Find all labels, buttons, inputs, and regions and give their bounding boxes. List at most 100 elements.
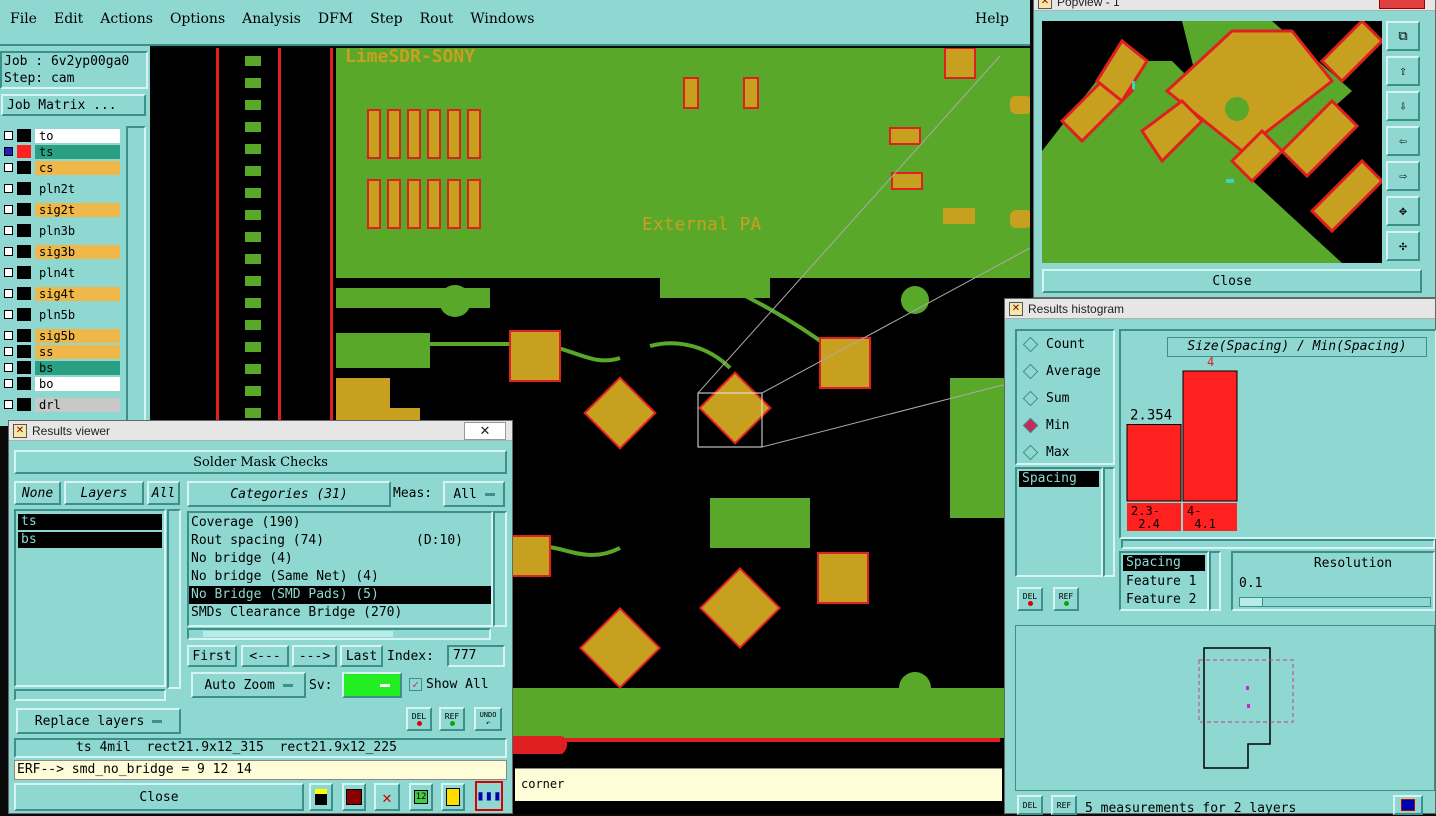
layer-icon-button[interactable] (309, 783, 333, 811)
category-item[interactable]: No bridge (4) (189, 550, 491, 568)
layer-checkbox[interactable] (4, 184, 13, 193)
menu-windows[interactable]: Windows (470, 11, 534, 27)
index-input[interactable]: 777 (447, 645, 505, 667)
menu-help[interactable]: Help (975, 11, 1009, 27)
all-button[interactable]: All (147, 481, 180, 505)
category-item[interactable]: SMDs Clearance Bridge (270) (189, 604, 491, 622)
mode-count[interactable]: Count (1022, 336, 1085, 353)
category-item[interactable]: Coverage (190) (189, 514, 491, 532)
menu-dfm[interactable]: DFM (318, 11, 353, 27)
prop-item-selected[interactable]: Spacing (1123, 555, 1205, 571)
mode-sum[interactable]: Sum (1022, 390, 1069, 407)
layer-row-bo[interactable]: bo (2, 376, 120, 391)
pan-right-icon[interactable]: ⇨ (1386, 161, 1420, 191)
meas-dropdown[interactable]: All (443, 481, 505, 507)
zoom-out-icon[interactable]: ✣ (1386, 231, 1420, 261)
layer-row-ts[interactable]: ts (2, 144, 120, 159)
popview-close-x[interactable] (1379, 0, 1425, 9)
menu-file[interactable]: File (10, 11, 37, 27)
layer-row-ss[interactable]: ss (2, 344, 120, 359)
preview-del-button[interactable]: DEL (1017, 795, 1043, 815)
categories-hscroll[interactable] (187, 628, 491, 640)
layers-button[interactable]: Layers (64, 481, 144, 505)
layer-row-pln3b[interactable]: pln3b (2, 223, 120, 238)
pan-down-icon[interactable]: ⇩ (1386, 91, 1420, 121)
mode-max[interactable]: Max (1022, 444, 1069, 461)
histogram-icon-button[interactable]: ▮▮▮ (475, 781, 503, 811)
layer-row-cs[interactable]: cs (2, 160, 120, 175)
layer-list-scrollbar[interactable] (126, 126, 146, 426)
layer-checkbox[interactable] (4, 379, 13, 388)
export-icon-button[interactable] (342, 783, 366, 811)
histogram-hscroll[interactable] (1121, 539, 1435, 549)
replace-layers-button[interactable]: Replace layers (16, 708, 181, 734)
hist-del-button[interactable]: DEL (1017, 587, 1043, 611)
category-item[interactable]: No bridge (Same Net) (4) (189, 568, 491, 586)
layer-checkbox[interactable] (4, 289, 13, 298)
menu-analysis[interactable]: Analysis (242, 11, 301, 27)
cancel-icon-button[interactable]: ✕ (374, 783, 400, 811)
categories-button[interactable]: Categories (31) (187, 481, 391, 507)
results-layer-item[interactable]: ts (18, 514, 162, 530)
layer-checkbox[interactable] (4, 363, 13, 372)
resolution-slider[interactable] (1239, 597, 1431, 607)
pan-up-icon[interactable]: ⇧ (1386, 56, 1420, 86)
popview-close-button[interactable]: Close (1042, 269, 1422, 293)
layer-row-drl[interactable]: drl (2, 397, 120, 412)
results-layer-item[interactable]: bs (18, 532, 162, 548)
none-button[interactable]: None (14, 481, 61, 505)
undo-button[interactable]: UNDO ↶ (474, 707, 502, 731)
layer-row-to[interactable]: to (2, 128, 120, 143)
pan-left-icon[interactable]: ⇦ (1386, 126, 1420, 156)
category-item[interactable]: Rout spacing (74) (D:10) (189, 532, 491, 550)
preview-ref-button[interactable]: REF (1051, 795, 1077, 815)
menu-actions[interactable]: Actions (100, 11, 153, 27)
layer-checkbox[interactable] (4, 147, 13, 156)
last-button[interactable]: Last (340, 645, 383, 667)
menu-rout[interactable]: Rout (420, 11, 454, 27)
hist-ref-button[interactable]: REF (1053, 587, 1079, 611)
layer-row-pln4t[interactable]: pln4t (2, 265, 120, 280)
mode-average[interactable]: Average (1022, 363, 1101, 380)
prev-button[interactable]: <--- (241, 645, 289, 667)
results-layer-hscroll[interactable] (14, 689, 166, 701)
layer-checkbox[interactable] (4, 247, 13, 256)
categories-vscroll[interactable] (493, 511, 507, 627)
layer-checkbox[interactable] (4, 205, 13, 214)
prop-item[interactable]: Feature 2 (1121, 591, 1207, 609)
layer-row-sig2t[interactable]: sig2t (2, 202, 120, 217)
menu-step[interactable]: Step (370, 11, 402, 27)
layer-checkbox[interactable] (4, 347, 13, 356)
histogram-bar[interactable] (1126, 423, 1182, 502)
mode-min[interactable]: Min (1022, 417, 1069, 434)
zoom-fit-icon[interactable]: ⧉ (1386, 21, 1420, 51)
layer-checkbox[interactable] (4, 400, 13, 409)
menu-edit[interactable]: Edit (54, 11, 83, 27)
layer-checkbox[interactable] (4, 268, 13, 277)
del-button[interactable]: DEL (406, 707, 432, 731)
layer-checkbox[interactable] (4, 331, 13, 340)
print-icon-button[interactable] (1393, 795, 1423, 815)
props-scrollbar[interactable] (1209, 551, 1221, 611)
layer-checkbox[interactable] (4, 226, 13, 235)
auto-zoom-dropdown[interactable]: Auto Zoom (191, 672, 306, 698)
ref-button[interactable]: REF (439, 707, 465, 731)
feature-preview[interactable] (1015, 625, 1435, 791)
next-button[interactable]: ---> (292, 645, 337, 667)
layer-row-pln2t[interactable]: pln2t (2, 181, 120, 196)
layer-row-sig3b[interactable]: sig3b (2, 244, 120, 259)
category-item[interactable]: No Bridge (SMD Pads) (5) (189, 586, 491, 604)
layer-checkbox[interactable] (4, 163, 13, 172)
report-icon-button[interactable] (441, 783, 465, 811)
prop-item[interactable]: Feature 1 (1121, 573, 1207, 591)
job-matrix-button[interactable]: Job Matrix ... (1, 94, 146, 116)
layer-checkbox[interactable] (4, 131, 13, 140)
sv-color-dropdown[interactable] (342, 672, 402, 698)
histogram-bar[interactable] (1182, 370, 1238, 502)
number-icon-button[interactable]: 12 (409, 783, 433, 811)
layer-row-pln5b[interactable]: pln5b (2, 307, 120, 322)
layer-row-bs[interactable]: bs (2, 360, 120, 375)
popview-canvas[interactable] (1042, 21, 1382, 263)
histogram-list-item[interactable]: Spacing (1019, 471, 1099, 487)
layer-row-sig5b[interactable]: sig5b (2, 328, 120, 343)
